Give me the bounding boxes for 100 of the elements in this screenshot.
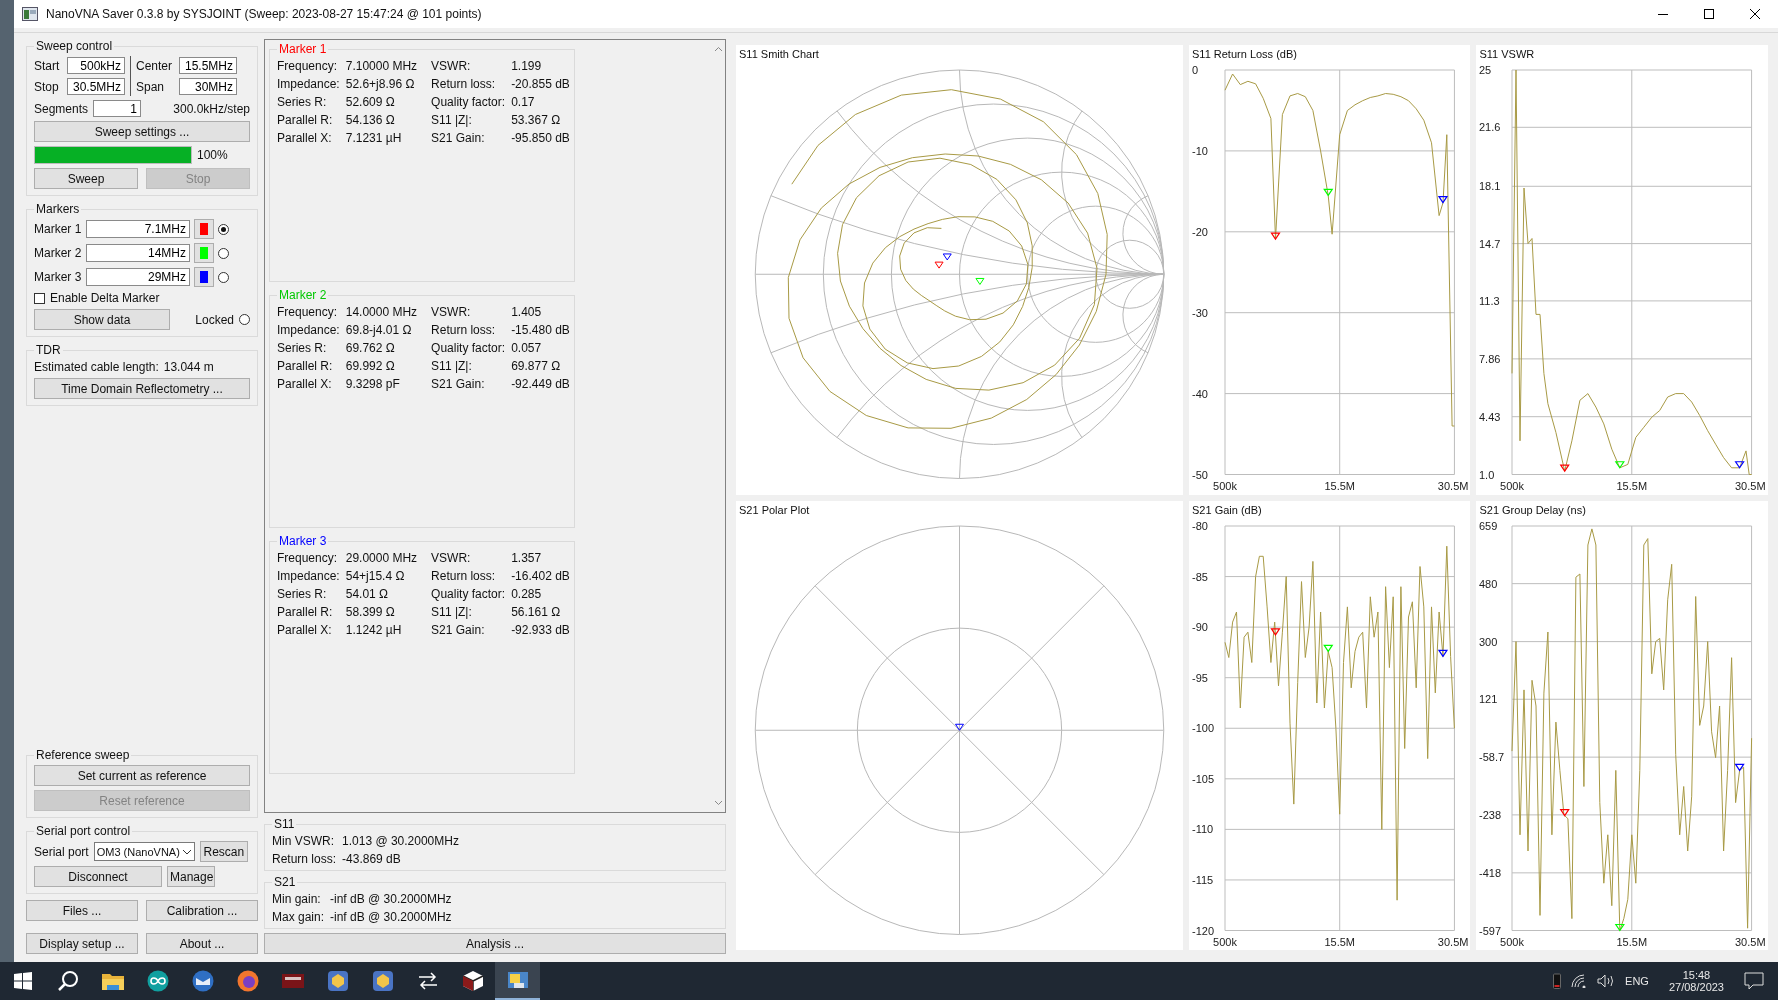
- marker-icon: [1734, 461, 1746, 469]
- notification-icon[interactable]: [1744, 972, 1764, 990]
- badge-icon[interactable]: [326, 970, 349, 992]
- button[interactable]: Analysis ...: [264, 933, 726, 954]
- step-text: 300.0kHz/step: [173, 101, 250, 116]
- cube-icon[interactable]: [461, 970, 484, 992]
- data-value: -inf dB @ 30.2000MHz: [330, 910, 452, 924]
- radio-button[interactable]: [218, 247, 229, 259]
- data-label: Parallel R:: [277, 359, 334, 373]
- infinity-icon[interactable]: [146, 970, 169, 992]
- button[interactable]: Disconnect: [34, 866, 162, 887]
- data-value: 52.6+j8.96 Ω: [345, 77, 416, 91]
- data-value: 69.8-j4.01 Ω: [345, 323, 413, 337]
- field-label: Serial port: [34, 844, 89, 859]
- text-field[interactable]: 30.5MHz: [67, 78, 125, 95]
- field-label: Marker 1: [34, 222, 82, 236]
- radio-button[interactable]: [218, 271, 229, 283]
- color-button[interactable]: [194, 219, 214, 239]
- data-label: Min gain:: [272, 892, 322, 906]
- button[interactable]: Sweep: [34, 168, 138, 189]
- battery-icon: [1553, 973, 1562, 989]
- windows-icon[interactable]: [12, 971, 33, 991]
- close-icon[interactable]: [1750, 9, 1760, 19]
- data-value: -20.855 dB: [511, 77, 570, 91]
- badge-icon[interactable]: [371, 970, 394, 992]
- data-value: -15.480 dB: [511, 323, 570, 337]
- chart-title: S11 Return Loss (dB): [1191, 47, 1298, 62]
- tick-label: -105: [1192, 772, 1215, 785]
- tick-label: 4.43: [1479, 410, 1501, 423]
- clock-time[interactable]: 15:48: [1682, 969, 1711, 981]
- button[interactable]: Calibration ...: [146, 900, 258, 921]
- tick-label: 21.6: [1479, 121, 1501, 134]
- data-value: 29.0000 MHz: [345, 551, 418, 565]
- button[interactable]: Files ...: [26, 900, 138, 921]
- group-title: Markers: [35, 202, 81, 216]
- data-label: S11 |Z|:: [431, 113, 473, 127]
- color-button[interactable]: [194, 267, 214, 287]
- radio-button[interactable]: [239, 314, 250, 325]
- port-dropdown[interactable]: OM3 (NanoVNA): [93, 842, 195, 861]
- chevron-down-icon[interactable]: [713, 800, 723, 806]
- data-label: Impedance:: [277, 77, 340, 91]
- marker-icon: [1734, 763, 1746, 772]
- clock-date[interactable]: 27/08/2023: [1668, 981, 1724, 993]
- marker-icon: [1270, 232, 1281, 241]
- color-button[interactable]: [194, 243, 214, 263]
- search-icon[interactable]: [56, 970, 79, 992]
- data-value: -95.850 dB: [511, 131, 570, 145]
- data-value: 1.405: [511, 305, 543, 319]
- chevron-up-icon[interactable]: [713, 46, 723, 52]
- mail-icon[interactable]: [191, 970, 214, 992]
- tick-label: 1.0: [1479, 468, 1495, 481]
- data-label: Impedance:: [277, 569, 340, 583]
- text-field[interactable]: 500kHz: [67, 57, 125, 74]
- text-field[interactable]: 15.5MHz: [179, 57, 237, 74]
- browser-icon[interactable]: [236, 970, 259, 992]
- button[interactable]: Sweep settings ...: [34, 121, 250, 142]
- button[interactable]: Manage: [167, 866, 215, 887]
- data-label: Parallel X:: [277, 623, 333, 637]
- button[interactable]: Rescan: [199, 841, 248, 862]
- folder-icon[interactable]: [100, 971, 125, 991]
- button[interactable]: Set current as reference: [34, 765, 250, 786]
- progress-text: 100%: [197, 148, 228, 162]
- button[interactable]: About ...: [146, 933, 258, 954]
- text-field[interactable]: 7.1MHz: [86, 220, 190, 238]
- button[interactable]: Show data: [34, 309, 170, 330]
- app-window-icon[interactable]: [505, 969, 530, 991]
- text-field[interactable]: 29MHz: [86, 268, 190, 286]
- data-label: Frequency:: [277, 59, 339, 73]
- radio-button[interactable]: [218, 223, 229, 235]
- tick-label: 30.5M: [1735, 935, 1766, 947]
- data-value: 1.199: [511, 59, 543, 73]
- marker-icon: [1437, 196, 1449, 204]
- text-field[interactable]: 14MHz: [86, 244, 190, 262]
- data-label: VSWR:: [431, 59, 472, 73]
- data-value: 1.1242 µH: [345, 623, 403, 637]
- text-field[interactable]: 30MHz: [179, 78, 237, 95]
- maximize-icon[interactable]: [1704, 9, 1714, 19]
- tick-label: 15.5M: [1616, 479, 1648, 492]
- chart-title: S11 VSWR: [1478, 47, 1536, 62]
- data-value: 1.013 @ 30.2000MHz: [342, 834, 459, 848]
- chart-title: S11 Smith Chart: [738, 47, 820, 62]
- arrows-icon[interactable]: [416, 972, 439, 990]
- tick-label: -50: [1192, 468, 1208, 481]
- field-label: Span: [136, 79, 166, 94]
- tick-label: 30.5M: [1735, 479, 1766, 492]
- group-title: Marker 2: [278, 288, 328, 302]
- field-label: Start: [34, 58, 61, 73]
- data-label: Frequency:: [277, 551, 339, 565]
- group-title: S11: [273, 817, 296, 831]
- button[interactable]: Display setup ...: [26, 933, 138, 954]
- data-value: 7.1231 µH: [345, 131, 403, 145]
- tick-label: -40: [1192, 387, 1208, 400]
- checkbox[interactable]: [34, 292, 45, 304]
- button[interactable]: Time Domain Reflectometry ...: [34, 378, 250, 399]
- text-field[interactable]: 1: [93, 100, 141, 117]
- tick-label: 30.5M: [1437, 479, 1469, 492]
- data-value: 69.877 Ω: [511, 359, 562, 373]
- marker-icon: [1323, 188, 1334, 197]
- device-icon[interactable]: [280, 972, 305, 990]
- language-indicator[interactable]: ENG: [1625, 975, 1649, 987]
